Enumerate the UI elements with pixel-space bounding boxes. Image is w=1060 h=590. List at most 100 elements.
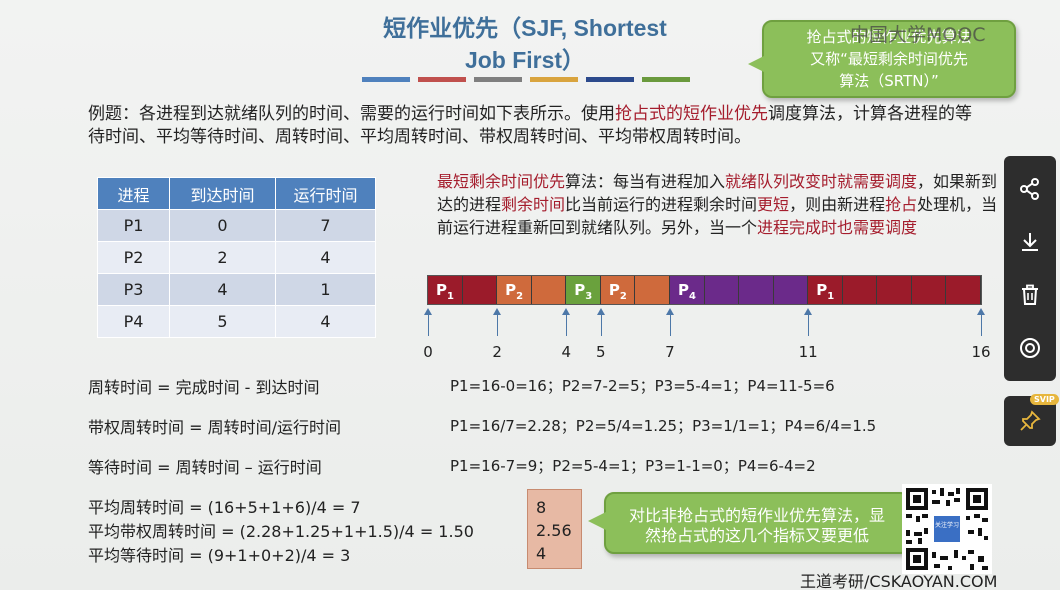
table-row: P2 2 4: [97, 241, 376, 274]
gantt-tick-arrow: [665, 308, 674, 336]
gantt-cell-p1: [946, 276, 981, 304]
cell-burst: 4: [275, 305, 376, 338]
cell-arrival: 5: [169, 305, 276, 338]
header-process: 进程: [97, 177, 170, 210]
title-color-bar: [586, 77, 634, 82]
result-value: 2.56: [536, 521, 572, 540]
slide-title: 短作业优先（SJF, Shortest Job First）: [330, 12, 720, 76]
pin-icon: [1020, 410, 1041, 431]
comparison-line2: 然抢占式的这几个指标又要更低: [644, 526, 869, 545]
title-color-bar: [642, 77, 690, 82]
target-icon: [1020, 338, 1040, 359]
table-row: P4 5 4: [97, 305, 376, 338]
waiting-formula: 等待时间 = 周转时间 – 运行时间: [88, 458, 322, 477]
gantt-tick-label: 2: [492, 343, 502, 361]
gantt-cell-p4: [739, 276, 774, 304]
gantt-cell-p2: [531, 276, 567, 304]
avg-weighted: 平均带权周转时间 = (2.28+1.25+1+1.5)/4 = 1.50: [88, 522, 474, 541]
weighted-calc: P1=16/7=2.28；P2=5/4=1.25；P3=1/1=1；P4=6/4…: [450, 417, 877, 435]
avg-turnaround: 平均周转时间 = (16+5+1+6)/4 = 7: [88, 498, 361, 517]
gantt-tick-label: 4: [561, 343, 572, 361]
trash-icon: [1022, 284, 1038, 306]
slide-title-line1: 短作业优先（SJF, Shortest: [383, 15, 667, 41]
table-row: P3 4 1: [97, 273, 376, 306]
gantt-tick-arrow: [977, 308, 985, 336]
gantt-segment-label: P4: [677, 281, 696, 302]
focus-button[interactable]: [1013, 331, 1047, 365]
title-color-bars: [362, 77, 690, 82]
gantt-tick-label: 0: [423, 343, 433, 361]
gantt-cell-p1: [842, 276, 878, 304]
gantt-segment-label: P2: [505, 281, 524, 302]
qr-code-image: [904, 486, 990, 572]
srtn-callout-line2: 又称“最短剩余时间优先: [810, 50, 968, 68]
cell-arrival: 0: [169, 209, 276, 242]
srtn-callout-line3: 算法（SRTN）”: [839, 72, 939, 90]
srtn-highlight: 进程完成时也需要调度: [757, 218, 918, 237]
gantt-tick-label: 11: [798, 343, 818, 361]
gantt-segment-label: P3: [574, 281, 593, 302]
gantt-cell-p4: [773, 276, 809, 304]
gantt-segment-label: P1: [436, 281, 454, 302]
cell-burst: 7: [275, 209, 376, 242]
gantt-tick-arrow: [562, 308, 571, 336]
gantt-tick-arrow: [493, 308, 502, 336]
cell-burst: 4: [275, 241, 376, 274]
share-button[interactable]: [1013, 172, 1047, 206]
srtn-explanation: 最短剩余时间优先算法：每当有进程加入就绪队列改变时就需要调度，如果新到达的进程剩…: [437, 170, 1007, 239]
mooc-watermark: 中国大学MOOC: [850, 24, 986, 46]
sjf-highlight: 短作业优先: [683, 104, 768, 124]
svip-badge: SVIP: [1030, 394, 1059, 405]
waiting-calc: P1=16-7=9；P2=5-4=1；P3=1-1=0；P4=6-4=2: [450, 457, 816, 475]
gantt-tick-label: 7: [665, 343, 675, 361]
srtn-term: 最短剩余时间优先: [437, 172, 566, 191]
weighted-formula: 带权周转时间 = 周转时间/运行时间: [88, 418, 341, 437]
gantt-cell-p1: [877, 276, 912, 304]
gantt-segment-label: P2: [608, 281, 627, 302]
preemptive-highlight: 抢占式的: [615, 104, 683, 124]
qr-label: 关注学习: [935, 522, 960, 529]
gantt-cell-p4: [704, 276, 740, 304]
gantt-segment-label: P1: [816, 281, 835, 302]
cell-process: P2: [97, 241, 170, 274]
cell-process: P4: [97, 305, 170, 338]
gantt-tick-label: 5: [596, 343, 606, 361]
result-value: 8: [536, 498, 547, 517]
nonpreemptive-results: 8 2.56 4: [527, 489, 582, 569]
qr-code: 关注学习: [902, 484, 992, 574]
share-icon: [1020, 177, 1039, 200]
title-color-bar: [474, 77, 522, 82]
delete-button[interactable]: [1013, 278, 1047, 312]
problem-text: 例题：各进程到达就绪队列的时间、需要的运行时间如下表所示。使用: [88, 104, 615, 124]
cell-process: P1: [97, 209, 170, 242]
gantt-chart: P1 P2 P3 P2 P4 P1: [427, 275, 982, 305]
process-table: 进程 到达时间 运行时间 P1 0 7 P2 2 4 P3 4 1 P4 5 4: [97, 177, 376, 338]
turnaround-calc: P1=16-0=16；P2=7-2=5；P3=5-4=1；P4=11-5=6: [450, 377, 835, 395]
cell-process: P3: [97, 273, 170, 306]
table-row: P1 0 7: [97, 209, 376, 242]
srtn-highlight: 更短: [757, 195, 790, 214]
gantt-tick-arrow: [804, 308, 813, 336]
cell-arrival: 2: [169, 241, 276, 274]
header-burst: 运行时间: [275, 177, 376, 210]
title-color-bar: [418, 77, 466, 82]
table-header-row: 进程 到达时间 运行时间: [97, 177, 376, 210]
srtn-text: ，则由新进程: [789, 195, 886, 214]
comparison-line1: 对比非抢占式的短作业优先算法，显: [628, 506, 885, 525]
cell-arrival: 4: [169, 273, 276, 306]
brand-footer: 王道考研/CSKAOYAN.COM: [800, 572, 998, 590]
download-button[interactable]: [1013, 225, 1047, 259]
gantt-cell-p2: [635, 276, 670, 304]
download-icon: [1022, 232, 1038, 251]
title-color-bar: [530, 77, 578, 82]
turnaround-formula: 周转时间 = 完成时间 - 到达时间: [88, 378, 320, 397]
problem-statement: 例题：各进程到达就绪队列的时间、需要的运行时间如下表所示。使用抢占式的短作业优先…: [88, 103, 988, 149]
cell-burst: 1: [275, 273, 376, 306]
srtn-text: 算法：每当有进程加入: [565, 172, 726, 191]
title-color-bar: [362, 77, 410, 82]
result-value: 4: [536, 544, 547, 563]
gantt-tick-arrow: [424, 308, 432, 336]
srtn-highlight: 就绪队列改变时就需要调度: [725, 172, 918, 191]
header-arrival: 到达时间: [169, 177, 276, 210]
srtn-highlight: 抢占: [885, 195, 918, 214]
